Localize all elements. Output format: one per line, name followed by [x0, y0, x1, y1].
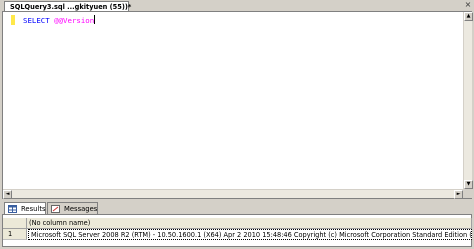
query-editor[interactable]: SELECT @@Version ▲ ▼ ◄ ►: [2, 11, 473, 199]
grid-corner-header[interactable]: [3, 218, 27, 229]
document-tab-strip: SQLQuery3.sql ...gkityuen (55))* ×: [0, 0, 474, 12]
vertical-scrollbar[interactable]: ▲ ▼: [463, 12, 473, 189]
grid-icon: [8, 205, 17, 213]
close-icon[interactable]: ×: [463, 0, 473, 10]
message-icon: [51, 205, 60, 213]
code-line-1[interactable]: SELECT @@Version: [23, 15, 96, 25]
scroll-down-button[interactable]: ▼: [464, 180, 473, 189]
tab-messages-label: Messages: [64, 205, 98, 213]
sql-function: @@Version: [54, 16, 95, 25]
row-number: 1: [8, 230, 13, 238]
table-cell[interactable]: Microsoft SQL Server 2008 R2 (RTM) - 10.…: [28, 229, 472, 240]
changed-line-marker: [11, 15, 15, 25]
query-document-tab-label: SQLQuery3.sql ...gkityuen (55))*: [10, 3, 132, 11]
tab-results[interactable]: Results: [4, 202, 46, 214]
horizontal-scrollbar[interactable]: ◄ ►: [3, 189, 463, 199]
row-header[interactable]: 1: [3, 229, 27, 240]
scroll-right-button[interactable]: ►: [454, 190, 463, 199]
tab-messages[interactable]: Messages: [47, 202, 98, 214]
scrollbar-corner: [463, 189, 472, 198]
scroll-left-button[interactable]: ◄: [3, 190, 12, 199]
column-header[interactable]: (No column name): [27, 218, 472, 229]
scroll-up-button[interactable]: ▲: [464, 12, 473, 21]
results-grid[interactable]: (No column name) 1 Microsoft SQL Server …: [2, 214, 472, 247]
tab-results-label: Results: [21, 205, 46, 213]
table-cell-value: Microsoft SQL Server 2008 R2 (RTM) - 10.…: [31, 231, 472, 239]
text-caret: [94, 15, 96, 24]
column-header-label: (No column name): [29, 219, 91, 227]
sql-keyword: SELECT: [23, 16, 50, 25]
results-tab-strip: Results Messages: [0, 201, 474, 214]
